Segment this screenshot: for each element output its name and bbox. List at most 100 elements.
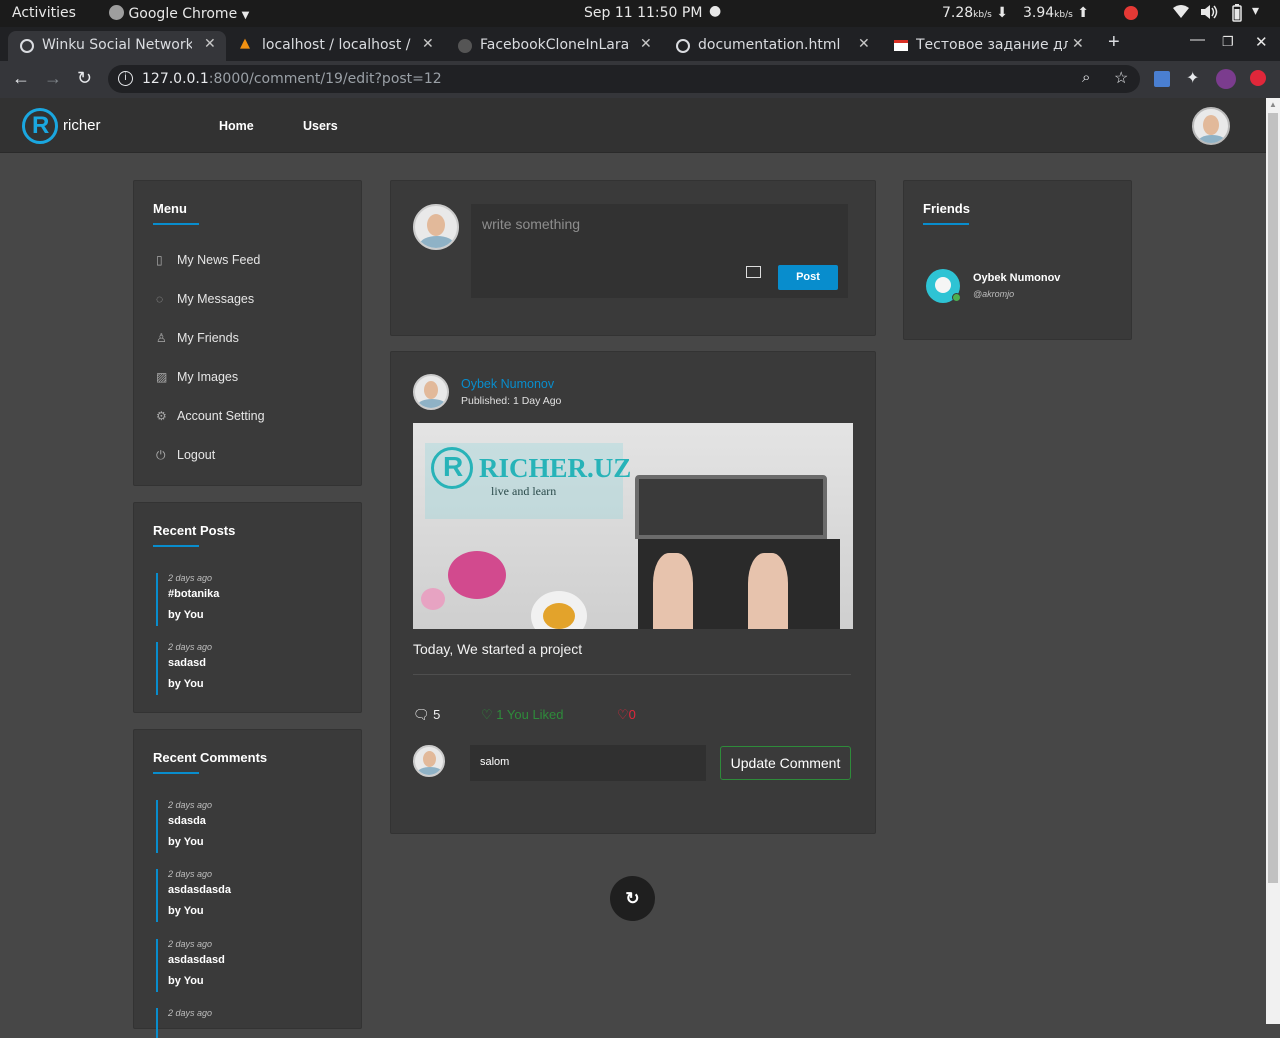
friend-avatar[interactable] [926, 269, 961, 303]
menu-item-images[interactable]: ▨ My Images [156, 370, 238, 384]
recent-comment-item[interactable]: 2 days ago asdasdasda by You [156, 869, 346, 922]
site-header: R richer Home Users [0, 98, 1266, 153]
menu-item-account-setting[interactable]: ⚙ Account Setting [156, 409, 265, 423]
browser-toolbar: ← → ↻ i 127.0.0.1:8000/comment/19/edit?p… [0, 61, 1280, 98]
chrome-app-menu[interactable]: Google Chrome ▼ [109, 5, 249, 22]
globe-icon [676, 39, 690, 53]
profile-avatar-icon[interactable] [1216, 69, 1236, 89]
arrow-up-icon: ⬆ [1077, 5, 1090, 21]
activities-button[interactable]: Activities [12, 5, 76, 21]
clipboard-icon: ▯ [156, 253, 163, 267]
brand-logo-icon[interactable]: R [22, 108, 58, 144]
gmail-icon [894, 40, 908, 51]
image-icon: ▨ [156, 370, 168, 384]
battery-icon[interactable] [1230, 4, 1244, 26]
post-button[interactable]: Post [778, 265, 838, 290]
tab-gmail[interactable]: Тестовое задание для ✕ [882, 31, 1100, 61]
tab-winku[interactable]: Winku Social Network ✕ [8, 31, 226, 61]
scroll-thumb[interactable] [1268, 113, 1278, 883]
zoom-icon[interactable]: ⌕ [1082, 69, 1090, 86]
close-tab-icon[interactable]: ✕ [640, 36, 652, 52]
recent-comments-title: Recent Comments [153, 750, 268, 774]
page-scrollbar[interactable]: ▲ [1266, 98, 1280, 1024]
add-image-icon[interactable] [746, 266, 761, 278]
info-icon[interactable]: i [118, 71, 133, 86]
friends-title: Friends [923, 201, 970, 225]
close-tab-icon[interactable]: ✕ [204, 36, 216, 52]
peony-flower [448, 551, 506, 599]
load-more-refresh-button[interactable]: ↻ [610, 876, 655, 921]
os-top-bar: Activities Google Chrome ▼ Sep 11 11:50 … [0, 0, 1280, 27]
user-avatar[interactable] [1192, 107, 1230, 145]
menu-title: Menu [153, 201, 199, 225]
gear-icon: ⚙ [156, 409, 167, 423]
comments-count[interactable]: 🗨 5 [413, 707, 440, 723]
phpmyadmin-icon: ▲ [240, 36, 250, 51]
forward-button[interactable]: → [44, 68, 62, 89]
friends-widget: Friends Oybek Numonov @akromjo [903, 180, 1132, 340]
back-button[interactable]: ← [12, 68, 30, 89]
close-tab-icon[interactable]: ✕ [858, 36, 870, 52]
menu-item-logout[interactable]: ⏻ Logout [156, 448, 215, 463]
globe-icon [20, 39, 34, 53]
up-speed: 3.94kb/s ⬆ [1023, 5, 1090, 21]
restore-button[interactable]: ❐ [1222, 34, 1234, 50]
online-status-icon [952, 293, 961, 302]
close-tab-icon[interactable]: ✕ [1072, 36, 1084, 52]
tab-documentation[interactable]: documentation.html ✕ [664, 31, 882, 61]
post-image[interactable]: R RICHER.UZ live and learn [413, 423, 853, 629]
divider [413, 674, 851, 675]
tab-github[interactable]: FacebookCloneInLarav ✕ [446, 31, 664, 61]
recent-comment-item[interactable]: 2 days ago [156, 1008, 346, 1038]
friend-name[interactable]: Oybek Numonov [973, 272, 1060, 284]
brand-name[interactable]: richer [63, 117, 101, 134]
update-comment-button[interactable]: Update Comment [720, 746, 851, 780]
new-tab-button[interactable]: + [1108, 31, 1120, 54]
address-bar[interactable]: i 127.0.0.1:8000/comment/19/edit?post=12… [108, 65, 1140, 93]
comment-edit-field[interactable]: salom [470, 745, 706, 781]
extensions-puzzle-icon[interactable]: ✦ [1186, 68, 1199, 88]
chrome-icon [109, 5, 124, 20]
tray-app-icon[interactable] [1124, 6, 1138, 20]
commenter-avatar [413, 745, 445, 777]
close-tab-icon[interactable]: ✕ [422, 36, 434, 52]
notification-dot-icon: ● [709, 3, 722, 19]
recent-post-item[interactable]: 2 days ago sadasd by You [156, 642, 346, 695]
image-brand-text: RICHER.UZ [479, 453, 632, 483]
menu-widget: Menu ▯ My News Feed ◌ My Messages ♙ My Frie… [133, 180, 362, 486]
richer-logo-icon: R [431, 447, 473, 489]
menu-item-messages[interactable]: ◌ My Messages [156, 292, 254, 306]
minimize-button[interactable]: — [1190, 31, 1205, 48]
chat-icon: ◌ [156, 292, 164, 306]
translate-extension-icon[interactable] [1154, 71, 1170, 87]
clock[interactable]: Sep 11 11:50 PM [584, 5, 702, 21]
scroll-up-icon[interactable]: ▲ [1269, 100, 1277, 109]
recent-comment-item[interactable]: 2 days ago asdasdasd by You [156, 939, 346, 992]
nav-home[interactable]: Home [219, 119, 254, 133]
tab-phpmyadmin[interactable]: ▲ localhost / localhost / ✕ [228, 31, 446, 61]
like-button[interactable]: ♡ 1 You Liked [481, 707, 564, 723]
close-window-button[interactable]: ✕ [1255, 33, 1268, 51]
post-author-name[interactable]: Oybek Numonov [461, 377, 554, 391]
nav-users[interactable]: Users [303, 119, 338, 133]
tab-strip: Winku Social Network ✕ ▲ localhost / loc… [0, 27, 1280, 61]
recent-post-item[interactable]: 2 days ago #botanika by You [156, 573, 346, 626]
volume-icon[interactable] [1200, 4, 1218, 24]
friend-handle: @akromjo [973, 289, 1015, 299]
arrow-down-icon: ⬇ [996, 5, 1009, 21]
menu-item-news-feed[interactable]: ▯ My News Feed [156, 253, 260, 267]
power-menu-icon[interactable]: ▾ [1252, 3, 1259, 19]
broken-heart-icon: ♡ [617, 707, 629, 722]
post-text: Today, We started a project [413, 641, 583, 657]
comments-icon: 🗨 [413, 707, 430, 722]
reload-button[interactable]: ↻ [77, 68, 92, 89]
composer-avatar [413, 204, 459, 250]
wifi-icon[interactable] [1172, 4, 1190, 24]
update-icon[interactable] [1250, 70, 1266, 86]
post-author-avatar[interactable] [413, 374, 449, 410]
recent-comment-item[interactable]: 2 days ago sdasda by You [156, 800, 346, 853]
dislike-button[interactable]: ♡0 [617, 707, 636, 723]
menu-item-friends[interactable]: ♙ My Friends [156, 331, 239, 345]
bookmark-star-icon[interactable]: ☆ [1114, 68, 1128, 88]
post-textarea[interactable]: write something Post [471, 204, 848, 298]
